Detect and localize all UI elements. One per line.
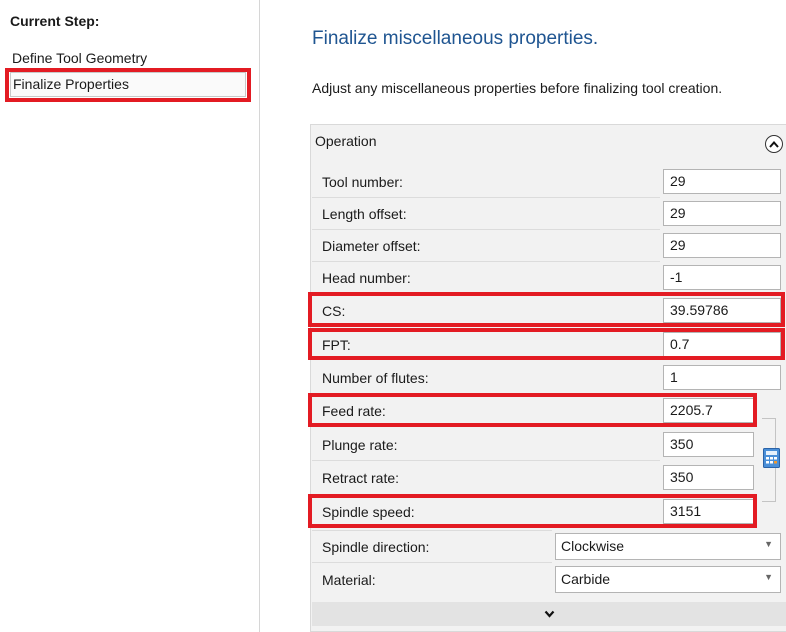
page-title: Finalize miscellaneous properties. (312, 28, 599, 49)
row-divider (312, 197, 660, 198)
spindle-direction-label: Spindle direction: (322, 539, 430, 555)
step-define-tool-geometry[interactable]: Define Tool Geometry (12, 50, 147, 66)
diameter-offset-field[interactable]: 29 (663, 233, 781, 258)
chevron-up-icon[interactable] (765, 135, 783, 153)
retract-rate-field[interactable]: 350 (663, 465, 754, 490)
pane-divider (259, 0, 260, 632)
highlight-finalize-properties (5, 68, 251, 102)
material-value: Carbide (561, 571, 611, 587)
row-divider (312, 261, 660, 262)
highlight-fpt-row (308, 328, 785, 360)
retract-rate-label: Retract rate: (322, 470, 400, 486)
highlight-cs-row (308, 292, 785, 327)
spindle-direction-select[interactable]: Clockwise ▼ (555, 533, 781, 560)
highlight-feed-rate-row (308, 393, 757, 427)
material-select[interactable]: Carbide ▼ (555, 566, 781, 593)
spindle-direction-value: Clockwise (561, 538, 625, 554)
length-offset-field[interactable]: 29 (663, 201, 781, 226)
row-divider (312, 530, 552, 531)
row-divider (312, 562, 552, 563)
current-step-heading: Current Step: (10, 13, 100, 29)
operation-header: Operation (315, 133, 377, 149)
row-divider (312, 460, 660, 461)
head-number-field[interactable]: -1 (663, 265, 781, 290)
number-of-flutes-label: Number of flutes: (322, 370, 429, 386)
plunge-rate-field[interactable]: 350 (663, 432, 754, 457)
tool-number-label: Tool number: (322, 174, 403, 190)
highlight-spindle-speed-row (308, 494, 757, 528)
number-of-flutes-field[interactable]: 1 (663, 365, 781, 390)
caret-down-icon: ▼ (764, 539, 773, 549)
caret-down-icon: ▼ (764, 572, 773, 582)
plunge-rate-label: Plunge rate: (322, 437, 398, 453)
row-divider (312, 229, 660, 230)
chevron-down-icon (544, 605, 555, 623)
calculator-icon[interactable] (763, 448, 780, 468)
length-offset-label: Length offset: (322, 206, 407, 222)
page-description: Adjust any miscellaneous properties befo… (312, 80, 723, 96)
diameter-offset-label: Diameter offset: (322, 238, 421, 254)
tool-number-field[interactable]: 29 (663, 169, 781, 194)
head-number-label: Head number: (322, 270, 411, 286)
material-label: Material: (322, 572, 376, 588)
expand-more-button[interactable] (312, 602, 786, 626)
